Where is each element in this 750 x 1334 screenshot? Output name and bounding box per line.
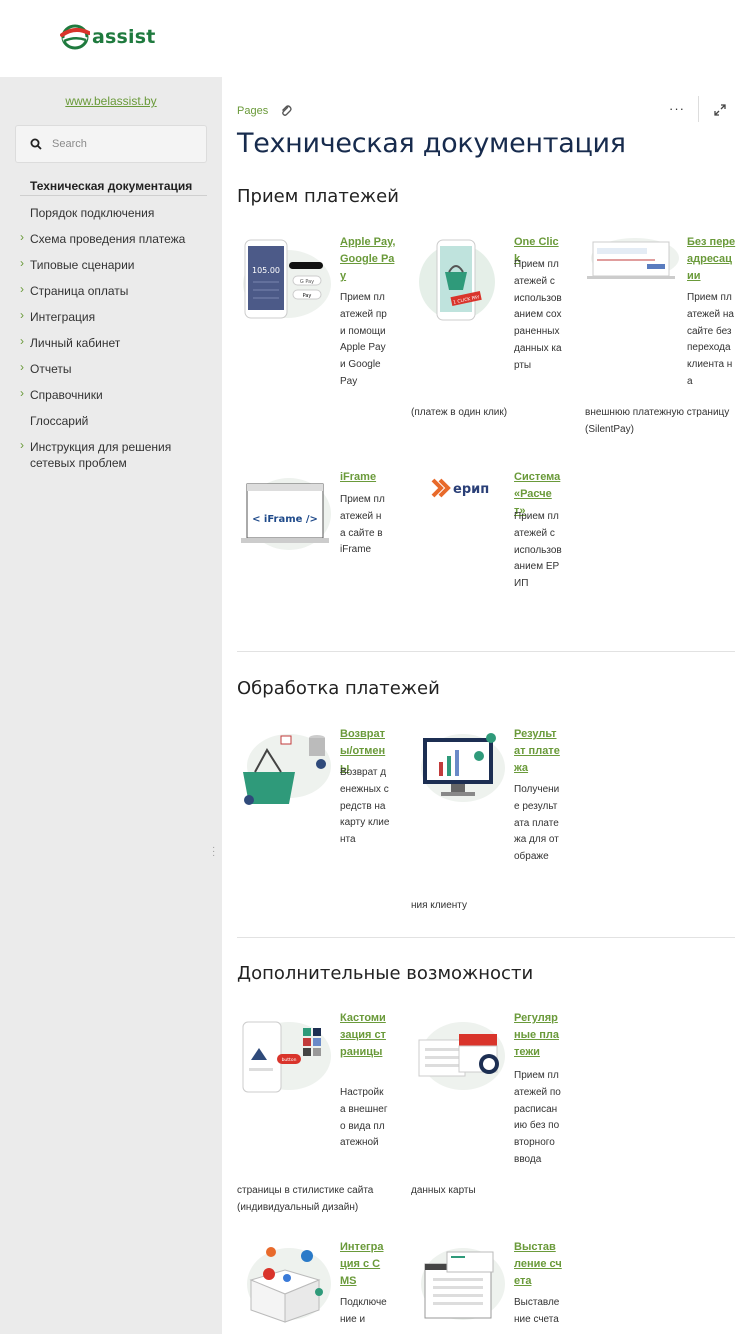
invoice-icon [421,1248,505,1320]
sidebar-item-connection[interactable]: Порядок подключения [30,205,210,221]
card-title-applepay[interactable]: Apple Pay, Google Pay [340,234,396,285]
sidebar-item-network-issues[interactable]: Инструкция для решения сетевых проблем [30,439,190,471]
card-tail-recurring: данных карты [411,1185,476,1196]
logo-text: assist [92,26,156,48]
chevron-right-icon[interactable]: › [20,282,24,296]
card-title-iframe[interactable]: iFrame [340,469,388,486]
site-link[interactable]: www.belassist.by [0,94,222,108]
active-item-underline [20,195,207,196]
search-icon [30,138,42,150]
card-tail-customize: страницы в стилистике сайта (индивидуаль… [237,1185,374,1213]
more-actions-button[interactable]: ··· [669,101,685,116]
card-title-cms[interactable]: Интеграция с CMS [340,1239,388,1290]
sidebar-resize-handle[interactable]: · · · [212,843,215,861]
card-desc-oneclick: Прием платежей с использованием сохранен… [514,259,562,371]
breadcrumb-pages[interactable]: Pages [237,105,268,117]
section-heading-processing: Обработка платежей [237,678,440,699]
card-desc-silentpay: Прием платежей на сайте без перехода кли… [687,292,734,387]
section-divider [237,651,735,652]
section-divider [237,937,735,938]
card-desc-cms: Подключение и [340,1297,387,1325]
card-tail-oneclick: (платеж в один клик) [411,407,508,418]
sidebar-item-payment-page[interactable]: Страница оплаты [30,283,210,299]
card-desc-invoice: Выставление счета [514,1297,560,1325]
card-title-invoice[interactable]: Выставление счета [514,1239,562,1290]
toolbar-divider [698,96,699,122]
sidebar-item-integration[interactable]: Интеграция [30,309,210,325]
sidebar-item-payment-scheme[interactable]: Схема проведения платежа [30,231,210,247]
sidebar-item-references[interactable]: Справочники [30,387,210,403]
search-placeholder: Search [52,138,87,150]
erip-logo-text: ерип [453,482,489,497]
card-tail-result: ния клиенту [411,900,467,911]
laptop-form-icon [587,238,679,279]
section-heading-payments: Прием платежей [237,186,399,207]
chevron-right-icon[interactable]: › [20,308,24,322]
sidebar-item-reports[interactable]: Отчеты [30,361,210,377]
assist-logo-mark-icon [60,24,90,50]
customize-phone-icon: button [242,1021,331,1093]
search-box[interactable]: Search [15,125,207,163]
pay-amount: 105.00 [252,266,280,275]
card-title-customize[interactable]: Кастомизация страницы [340,1010,388,1061]
assist-logo[interactable]: assist [60,22,156,52]
card-desc-applepay: Прием платежей при помощи Apple Pay и Go… [340,292,387,387]
card-desc-iframe: Прием платежей на сайте в iFrame [340,494,385,556]
card-desc-result: Получение результата платежа для отображ… [514,784,560,863]
expand-icon[interactable] [713,103,727,117]
card-desc-refunds: Возврат денежных средств на карту клиент… [340,767,390,846]
card-desc-recurring: Прием платежей по расписанию без повторн… [514,1070,561,1165]
chevron-right-icon[interactable]: › [20,256,24,270]
chevron-right-icon[interactable]: › [20,438,24,452]
erip-icon: ерип [431,478,489,498]
section-heading-extra: Дополнительные возможности [237,963,534,984]
iframe-code-text: < iFrame /> [252,514,318,525]
paperclip-icon[interactable] [280,104,292,118]
chevron-right-icon[interactable]: › [20,360,24,374]
svg-text:G Pay: G Pay [300,279,314,285]
card-title-result[interactable]: Результат платежа [514,726,562,777]
chevron-right-icon[interactable]: › [20,334,24,348]
iframe-icon: < iFrame /> [241,478,331,550]
chevron-right-icon[interactable]: › [20,386,24,400]
page-title: Техническая документация [237,128,626,159]
monitor-chart-icon [421,733,505,802]
svg-text:Pay: Pay [303,293,312,299]
cms-box-icon [247,1247,331,1323]
refund-basket-icon [243,734,331,805]
top-header: assist [0,0,750,77]
sidebar-item-account[interactable]: Личный кабинет [30,335,210,351]
chevron-right-icon[interactable]: › [20,230,24,244]
sidebar-item-scenarios[interactable]: Типовые сценарии [30,257,210,273]
basket-phone-icon: 1 CLICK PAY [419,239,495,321]
phone-pay-icon: 105.00 G Pay Pay [243,239,331,319]
card-tail-silentpay: внешнюю платежную страницу (SilentPay) [585,407,730,435]
customize-button-label: button [282,1057,297,1063]
calendar-clock-icon [418,1022,505,1090]
sidebar-item-glossary[interactable]: Глоссарий [30,413,210,429]
sidebar-item-tech-docs[interactable]: Техническая документация [30,178,210,194]
card-title-recurring[interactable]: Регулярные платежи [514,1010,564,1061]
card-desc-erip: Прием платежей с использованием ЕРИП [514,511,562,590]
card-title-silentpay[interactable]: Без переадресации [687,234,737,285]
card-desc-customize: Настройка внешнего вида платежной [340,1087,388,1149]
